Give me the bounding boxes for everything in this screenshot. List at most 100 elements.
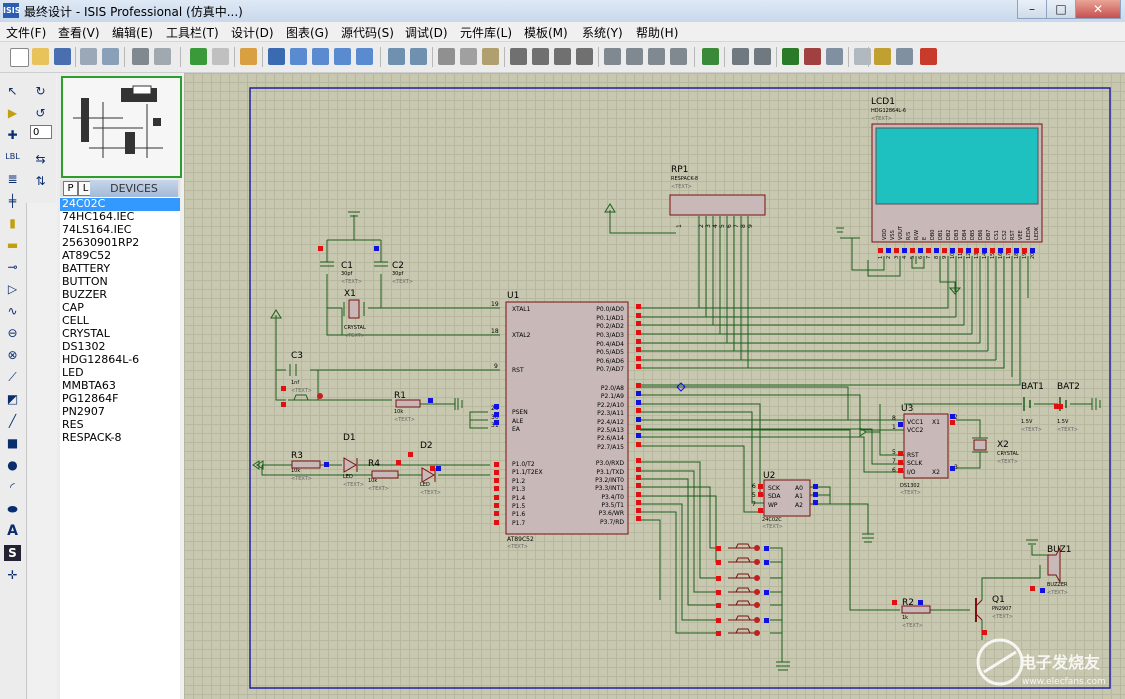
mirror-x-icon[interactable]: ⇆ — [32, 151, 49, 167]
overview-window[interactable] — [61, 76, 182, 178]
maximize-button[interactable]: □ — [1046, 0, 1076, 19]
open-folder-icon[interactable] — [32, 48, 49, 65]
menu-template[interactable]: 模板(M) — [524, 24, 568, 41]
redo-icon[interactable] — [410, 48, 427, 65]
print-icon[interactable] — [132, 48, 149, 65]
device-list[interactable]: 24C02C 74HC164.IEC 74LS164.IEC 25630901R… — [60, 197, 180, 699]
svg-text:R3: R3 — [291, 451, 303, 461]
device-item[interactable]: RESPACK-8 — [62, 432, 122, 445]
rotate-ccw-icon[interactable]: ↺ — [32, 105, 49, 121]
electrical-rule-check-icon[interactable] — [896, 48, 913, 65]
generator-icon[interactable]: ⊖ — [4, 325, 21, 341]
packaging-icon[interactable] — [648, 48, 665, 65]
cut-icon[interactable] — [438, 48, 455, 65]
circle-draw-icon[interactable]: ● — [4, 457, 21, 473]
component-mode-icon[interactable]: ▶ — [4, 105, 21, 121]
menu-help[interactable]: 帮助(H) — [636, 24, 678, 41]
selection-mode-icon[interactable]: ↖ — [4, 83, 21, 99]
zoom-out-icon[interactable] — [312, 48, 329, 65]
arc-draw-icon[interactable]: ◜ — [4, 479, 21, 495]
device-pins-icon[interactable]: ⊸ — [4, 259, 21, 275]
export-icon[interactable] — [102, 48, 119, 65]
menu-debug[interactable]: 调试(D) — [405, 24, 448, 41]
origin-icon[interactable] — [240, 48, 257, 65]
line-draw-icon[interactable]: ╱ — [4, 413, 21, 429]
pan-icon[interactable] — [268, 48, 285, 65]
copy-icon[interactable] — [460, 48, 477, 65]
wire-label-icon[interactable]: LBL — [4, 149, 21, 165]
text-draw-icon[interactable]: A — [4, 523, 21, 539]
tape-recorder-icon[interactable]: ∿ — [4, 303, 21, 319]
toolbar-separator — [234, 47, 235, 67]
bill-of-materials-icon[interactable] — [874, 48, 891, 65]
new-sheet-icon[interactable] — [782, 48, 799, 65]
menu-library[interactable]: 元件库(L) — [460, 24, 512, 41]
menu-graph[interactable]: 图表(G) — [286, 24, 329, 41]
undo-icon[interactable] — [388, 48, 405, 65]
remove-sheet-icon[interactable] — [804, 48, 821, 65]
property-assign-icon[interactable] — [754, 48, 771, 65]
search-tag-icon[interactable] — [732, 48, 749, 65]
menu-toolbar[interactable]: 工具栏(T) — [166, 24, 219, 41]
toolbar-separator — [598, 47, 599, 67]
current-probe-icon[interactable]: ⟋ — [4, 369, 21, 385]
text-script-icon[interactable]: ≣ — [4, 171, 21, 187]
minimize-button[interactable]: – — [1017, 0, 1047, 19]
schematic-canvas[interactable]: U1 AT89C52 XTAL1 XTAL2 RST PSEN ALE EA P… — [184, 73, 1125, 699]
schematic-drawing[interactable]: U1 AT89C52 XTAL1 XTAL2 RST PSEN ALE EA P… — [184, 73, 1125, 699]
marker-icon[interactable]: ✛ — [4, 567, 21, 583]
box-draw-icon[interactable]: ■ — [4, 435, 21, 451]
block-move-icon[interactable] — [532, 48, 549, 65]
wire-autoroute-icon[interactable] — [702, 48, 719, 65]
close-button[interactable]: ✕ — [1075, 0, 1121, 19]
print-area-icon[interactable] — [154, 48, 171, 65]
block-rotate-icon[interactable] — [554, 48, 571, 65]
rotate-cw-icon[interactable]: ↻ — [32, 83, 49, 99]
goto-sheet-icon[interactable] — [826, 48, 843, 65]
devices-title: DEVICES — [90, 180, 178, 197]
svg-text:9: 9 — [942, 256, 948, 259]
menu-file[interactable]: 文件(F) — [6, 24, 46, 41]
grid-icon[interactable] — [212, 48, 229, 65]
import-icon[interactable] — [80, 48, 97, 65]
terminals-icon[interactable]: ▬ — [4, 237, 21, 253]
menu-source[interactable]: 源代码(S) — [341, 24, 394, 41]
paste-icon[interactable] — [482, 48, 499, 65]
refresh-icon[interactable] — [190, 48, 207, 65]
u1-part: AT89C52 — [507, 536, 534, 543]
bus-icon[interactable]: ╪ — [4, 193, 21, 209]
svg-text:8: 8 — [892, 415, 896, 422]
svg-text:1: 1 — [892, 424, 896, 431]
rotation-angle-input[interactable]: 0 — [30, 125, 52, 139]
virtual-instrument-icon[interactable]: ◩ — [4, 391, 21, 407]
zoom-area-icon[interactable] — [356, 48, 373, 65]
path-draw-icon[interactable]: ⬬ — [4, 501, 21, 517]
menu-edit[interactable]: 编辑(E) — [112, 24, 153, 41]
menu-system[interactable]: 系统(Y) — [582, 24, 623, 41]
make-device-icon[interactable] — [626, 48, 643, 65]
pick-devices-button[interactable]: P — [63, 181, 78, 196]
zoom-all-icon[interactable] — [334, 48, 351, 65]
symbol-icon[interactable]: S — [4, 545, 21, 561]
save-icon[interactable] — [54, 48, 71, 65]
new-file-icon[interactable] — [10, 48, 29, 67]
mirror-y-icon[interactable]: ⇅ — [32, 173, 49, 189]
menu-design[interactable]: 设计(D) — [231, 24, 274, 41]
block-delete-icon[interactable] — [576, 48, 593, 65]
menu-view[interactable]: 查看(V) — [58, 24, 100, 41]
graph-mode-icon[interactable]: ▷ — [4, 281, 21, 297]
svg-text:DB2: DB2 — [946, 230, 952, 240]
subcircuit-icon[interactable]: ▮ — [4, 215, 21, 231]
junction-dot-icon[interactable]: ✚ — [4, 127, 21, 143]
pick-device-icon[interactable] — [604, 48, 621, 65]
block-copy-icon[interactable] — [510, 48, 527, 65]
svg-text:LED: LED — [420, 482, 430, 488]
svg-text:X2: X2 — [997, 440, 1009, 450]
voltage-probe-icon[interactable]: ⊗ — [4, 347, 21, 363]
decompose-icon[interactable] — [670, 48, 687, 65]
isis-app-icon[interactable]: ISIS — [3, 3, 20, 18]
svg-text:6: 6 — [892, 467, 896, 474]
svg-text:3: 3 — [894, 256, 900, 259]
ares-icon[interactable] — [920, 48, 937, 65]
zoom-in-icon[interactable] — [290, 48, 307, 65]
